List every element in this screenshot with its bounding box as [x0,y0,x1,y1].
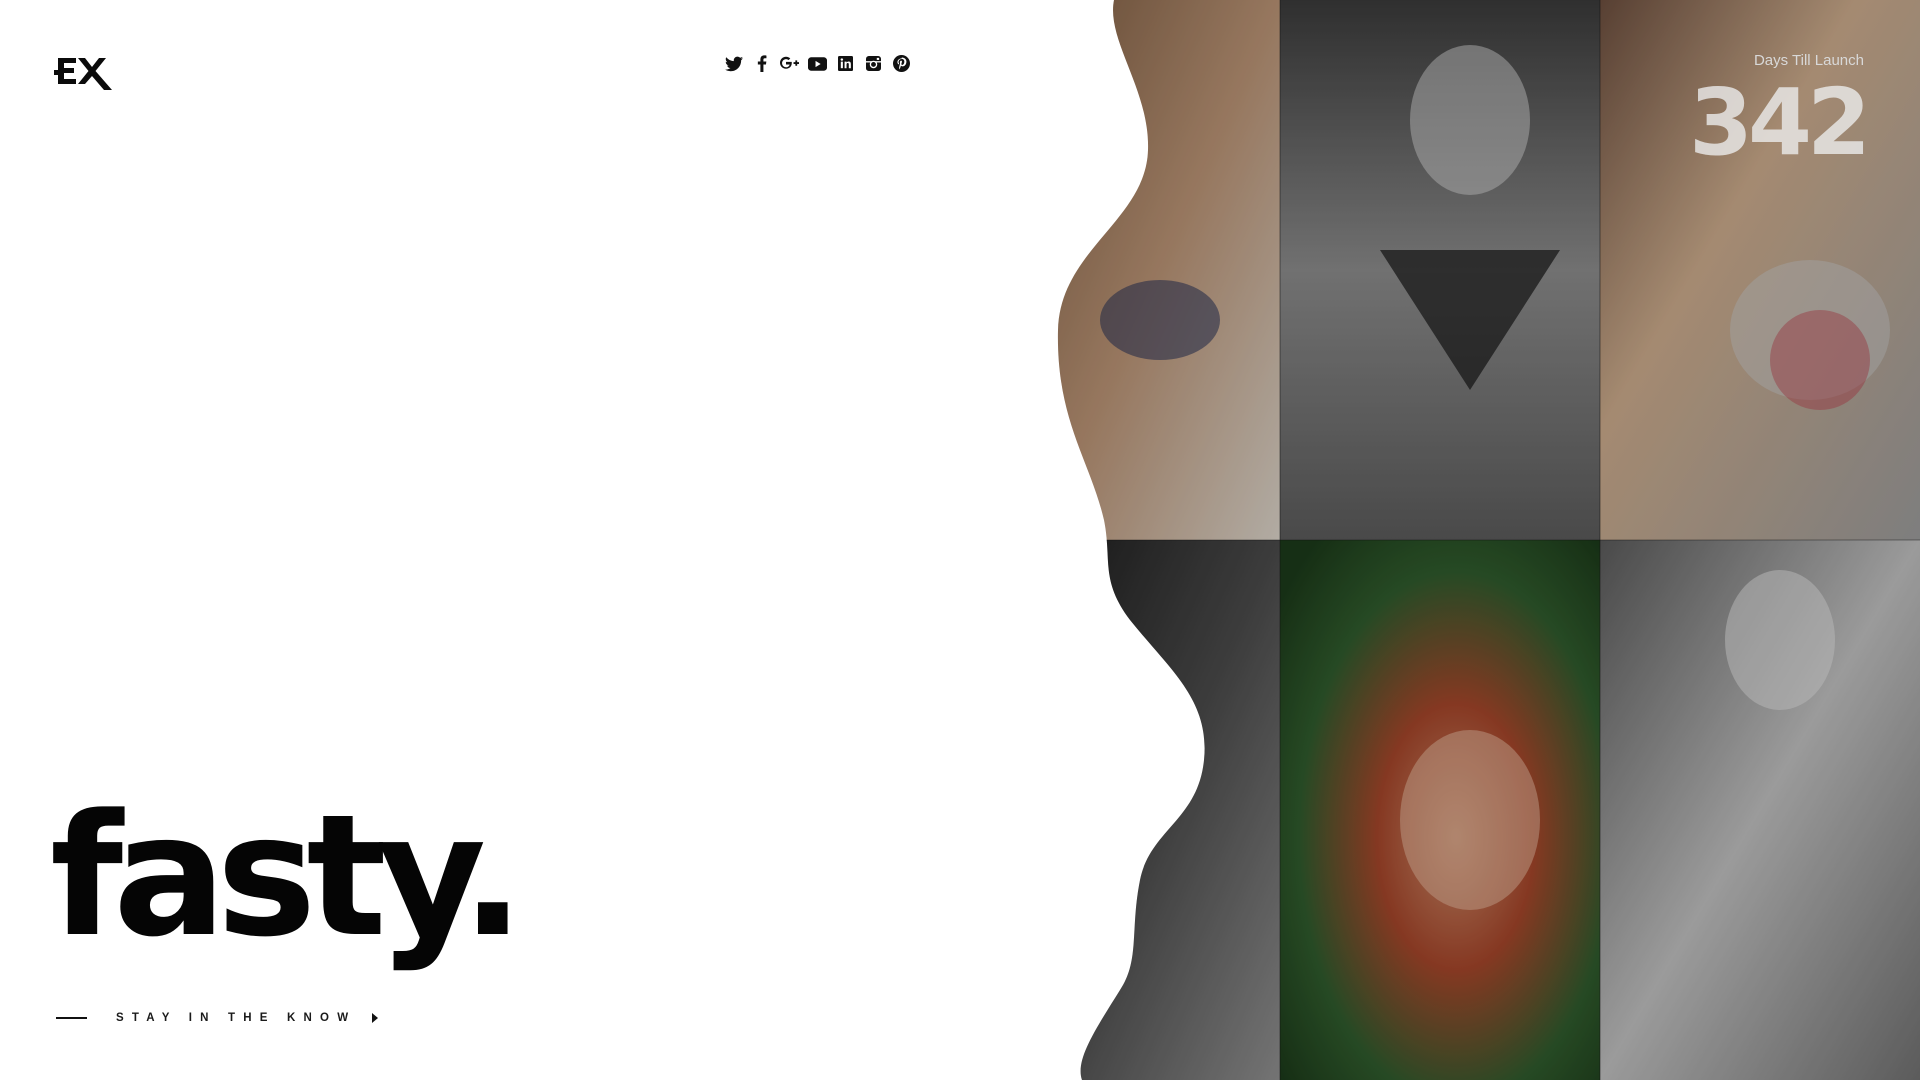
facebook-icon[interactable] [752,54,771,73]
ex-logo-icon [54,58,112,90]
hero-title: fasty. [50,778,525,974]
twitter-icon[interactable] [724,54,743,73]
youtube-icon[interactable] [808,54,827,73]
pinterest-icon[interactable] [892,54,911,73]
countdown-caption: Days Till Launch [1753,52,1864,69]
google-plus-icon[interactable] [780,54,799,73]
instagram-icon[interactable] [864,54,883,73]
photo-hammock [1057,0,1280,540]
play-arrow-icon [372,1013,379,1023]
brand-logo[interactable] [54,52,116,90]
photo-tattoo-couple [1280,0,1600,540]
photo-leggings [1057,540,1280,1080]
cta-dash [56,1017,87,1019]
stay-in-the-know-link[interactable]: STAY IN THE KNOW [56,1012,379,1024]
countdown-value: 342 [1688,69,1871,176]
cta-label: STAY IN THE KNOW [116,1012,357,1024]
launch-countdown: Days Till Launch 342 [1688,52,1871,176]
photo-red-hair-flowers [1280,540,1600,1080]
photo-sunglasses-denim [1600,540,1920,1080]
linkedin-icon[interactable] [836,54,855,73]
social-links [724,54,911,73]
